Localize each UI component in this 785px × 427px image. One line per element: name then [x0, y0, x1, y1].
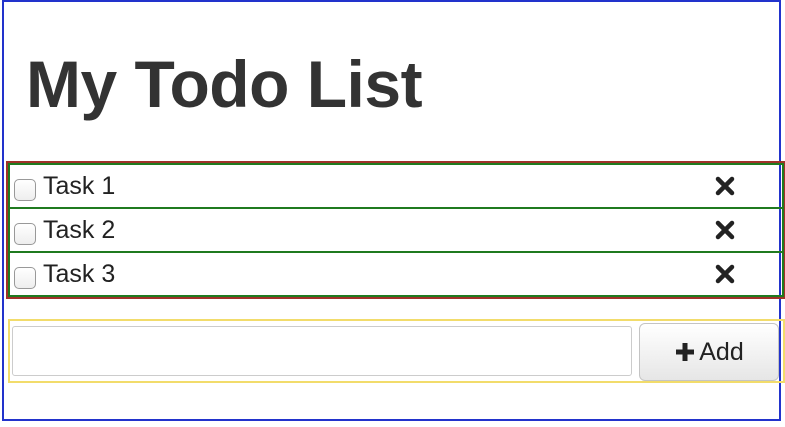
close-icon[interactable] [714, 263, 736, 285]
todo-item: Task 2 [8, 207, 784, 253]
todo-item: Task 1 [8, 163, 784, 209]
add-button-label: Add [699, 337, 744, 366]
task-label: Task 2 [43, 216, 116, 244]
task-checkbox[interactable] [14, 179, 36, 201]
add-task-form: Add [8, 319, 785, 383]
task-checkbox[interactable] [14, 223, 36, 245]
close-icon[interactable] [714, 175, 736, 197]
task-label: Task 1 [43, 172, 116, 200]
new-task-input[interactable] [12, 326, 632, 376]
task-label: Task 3 [43, 260, 116, 288]
todo-app: My Todo List Task 1 Task 2 Task 3 Add [2, 0, 785, 421]
close-icon[interactable] [714, 219, 736, 241]
add-button[interactable]: Add [639, 323, 779, 381]
task-checkbox[interactable] [14, 267, 36, 289]
todo-item: Task 3 [8, 251, 784, 297]
plus-icon [674, 341, 696, 363]
todo-list: Task 1 Task 2 Task 3 [6, 161, 785, 299]
page-title: My Todo List [26, 47, 423, 121]
